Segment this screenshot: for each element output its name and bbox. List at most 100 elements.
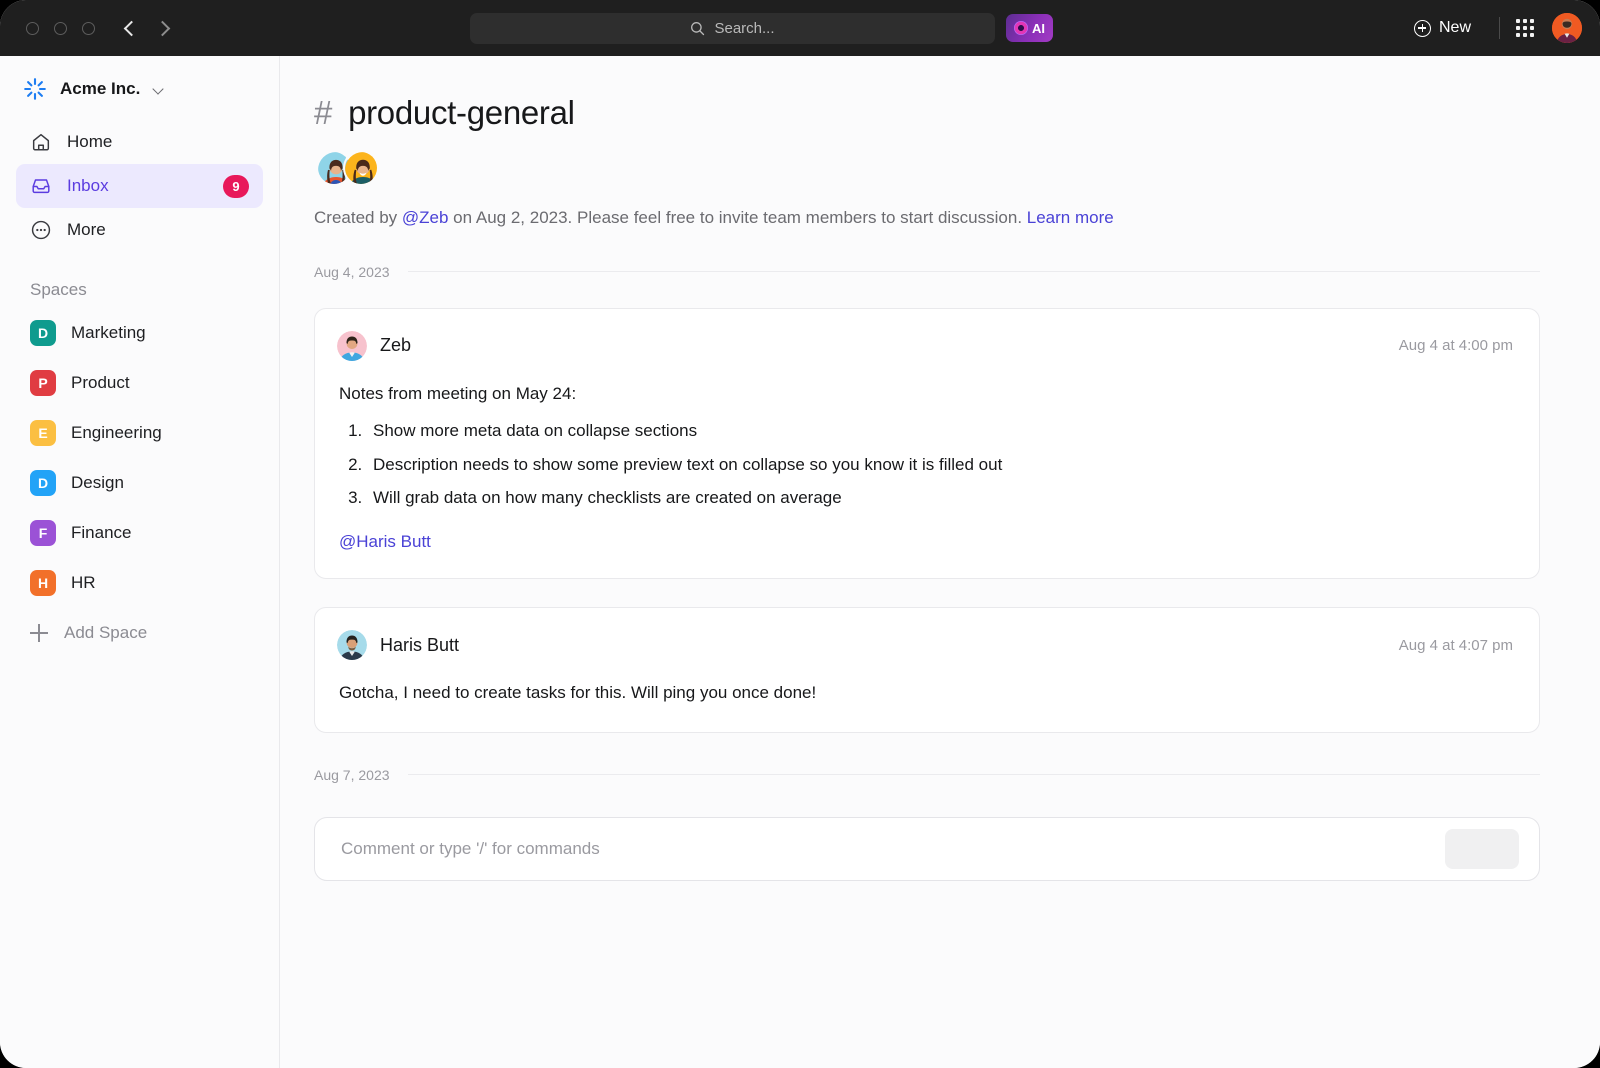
inbox-icon <box>30 175 52 197</box>
space-initial-chip: D <box>30 320 56 346</box>
chevron-right-icon[interactable] <box>156 22 169 35</box>
ai-button[interactable]: AI <box>1006 14 1053 42</box>
message-author: Haris Butt <box>380 635 459 656</box>
topbar-right-actions: New <box>1402 0 1582 56</box>
created-by-prefix: Created by <box>314 208 402 227</box>
workspace-name: Acme Inc. <box>60 79 140 99</box>
message-timestamp: Aug 4 at 4:07 pm <box>1399 637 1513 654</box>
toolbar-divider <box>1499 17 1500 39</box>
sidebar-item-finance[interactable]: F Finance <box>0 508 279 558</box>
space-label: Design <box>71 473 124 493</box>
acme-burst-logo <box>22 76 48 102</box>
ai-sparkle-icon <box>1014 21 1028 35</box>
inbox-unread-badge: 9 <box>223 175 249 198</box>
home-icon <box>30 131 52 153</box>
day-separator: Aug 4, 2023 <box>314 264 1540 280</box>
new-button-label: New <box>1439 19 1471 37</box>
day-separator-date: Aug 4, 2023 <box>314 264 390 280</box>
space-initial-chip: F <box>30 520 56 546</box>
channel-description: Created by @Zeb on Aug 2, 2023. Please f… <box>314 206 1540 230</box>
new-button[interactable]: New <box>1402 19 1483 37</box>
sidebar-item-design[interactable]: D Design <box>0 458 279 508</box>
spaces-section-label: Spaces <box>0 252 279 308</box>
app-window: Search... AI New <box>0 0 1600 1068</box>
search-placeholder: Search... <box>714 20 774 37</box>
list-item: Show more meta data on collapse sections <box>367 418 1513 444</box>
space-label: HR <box>71 573 96 593</box>
avatar <box>337 630 367 660</box>
sidebar-item-inbox[interactable]: Inbox 9 <box>16 164 263 208</box>
divider-line <box>408 774 1540 775</box>
channel-name: product-general <box>348 94 575 132</box>
avatar <box>337 331 367 361</box>
user-avatar[interactable] <box>1552 13 1582 43</box>
space-label: Marketing <box>71 323 146 343</box>
sidebar-item-engineering[interactable]: E Engineering <box>0 408 279 458</box>
title-bar: Search... AI New <box>0 0 1600 56</box>
plus-circle-icon <box>1414 20 1431 37</box>
learn-more-link[interactable]: Learn more <box>1027 208 1114 227</box>
primary-nav: Home Inbox 9 <box>0 120 279 252</box>
space-label: Product <box>71 373 130 393</box>
sidebar-item-label: Home <box>67 132 112 152</box>
space-initial-chip: D <box>30 470 56 496</box>
space-initial-chip: H <box>30 570 56 596</box>
sidebar-item-label: Inbox <box>67 176 109 196</box>
chevron-left-icon[interactable] <box>123 22 136 35</box>
chevron-down-icon <box>154 85 163 94</box>
composer-placeholder: Comment or type '/' for commands <box>341 839 600 859</box>
add-space-button[interactable]: Add Space <box>0 608 279 658</box>
add-space-label: Add Space <box>64 623 147 643</box>
close-window-button[interactable] <box>26 22 39 35</box>
message-card: Haris Butt Aug 4 at 4:07 pm Gotcha, I ne… <box>314 607 1540 733</box>
hash-icon: # <box>314 94 332 132</box>
message-timestamp: Aug 4 at 4:00 pm <box>1399 337 1513 354</box>
message-ordered-list: Show more meta data on collapse sections… <box>367 418 1513 511</box>
window-traffic-lights <box>26 22 95 35</box>
message-author: Zeb <box>380 335 411 356</box>
plus-icon <box>30 624 48 642</box>
created-by-suffix: on Aug 2, 2023. Please feel free to invi… <box>448 208 1026 227</box>
avatar <box>343 150 379 186</box>
created-by-mention[interactable]: @Zeb <box>402 208 449 227</box>
user-mention[interactable]: @Haris Butt <box>339 532 431 552</box>
channel-members[interactable] <box>316 150 1540 186</box>
search-bar[interactable]: Search... <box>470 13 995 44</box>
message-card: Zeb Aug 4 at 4:00 pm Notes from meeting … <box>314 308 1540 580</box>
spaces-list: D Marketing P Product E Engineering D De… <box>0 308 279 608</box>
sidebar-item-product[interactable]: P Product <box>0 358 279 408</box>
day-separator: Aug 7, 2023 <box>314 767 1540 783</box>
sidebar-item-hr[interactable]: H HR <box>0 558 279 608</box>
ai-button-label: AI <box>1032 21 1045 36</box>
page-title: # product-general <box>314 94 1540 132</box>
sidebar-item-home[interactable]: Home <box>16 120 263 164</box>
history-nav <box>123 22 169 35</box>
sidebar-item-more[interactable]: More <box>16 208 263 252</box>
space-initial-chip: E <box>30 420 56 446</box>
space-initial-chip: P <box>30 370 56 396</box>
space-label: Engineering <box>71 423 162 443</box>
message-header: Haris Butt Aug 4 at 4:07 pm <box>337 630 1513 660</box>
divider-line <box>408 271 1540 272</box>
sidebar: Acme Inc. Home <box>0 56 280 1068</box>
message-body: Notes from meeting on May 24: Show more … <box>337 381 1513 553</box>
workspace-switcher[interactable]: Acme Inc. <box>0 60 279 120</box>
space-label: Finance <box>71 523 131 543</box>
sidebar-item-label: More <box>67 220 106 240</box>
sidebar-item-marketing[interactable]: D Marketing <box>0 308 279 358</box>
more-circle-icon <box>30 219 52 241</box>
send-button[interactable] <box>1445 829 1519 869</box>
message-intro: Gotcha, I need to create tasks for this.… <box>339 680 1513 706</box>
comment-composer[interactable]: Comment or type '/' for commands <box>314 817 1540 881</box>
list-item: Description needs to show some preview t… <box>367 452 1513 478</box>
grid-apps-icon[interactable] <box>1516 19 1534 37</box>
message-header: Zeb Aug 4 at 4:00 pm <box>337 331 1513 361</box>
message-body: Gotcha, I need to create tasks for this.… <box>337 680 1513 706</box>
minimize-window-button[interactable] <box>54 22 67 35</box>
app-body: Acme Inc. Home <box>0 56 1600 1068</box>
message-intro: Notes from meeting on May 24: <box>339 381 1513 407</box>
list-item: Will grab data on how many checklists ar… <box>367 485 1513 511</box>
maximize-window-button[interactable] <box>82 22 95 35</box>
search-icon <box>690 21 705 36</box>
main-content: # product-general <box>280 56 1600 1068</box>
